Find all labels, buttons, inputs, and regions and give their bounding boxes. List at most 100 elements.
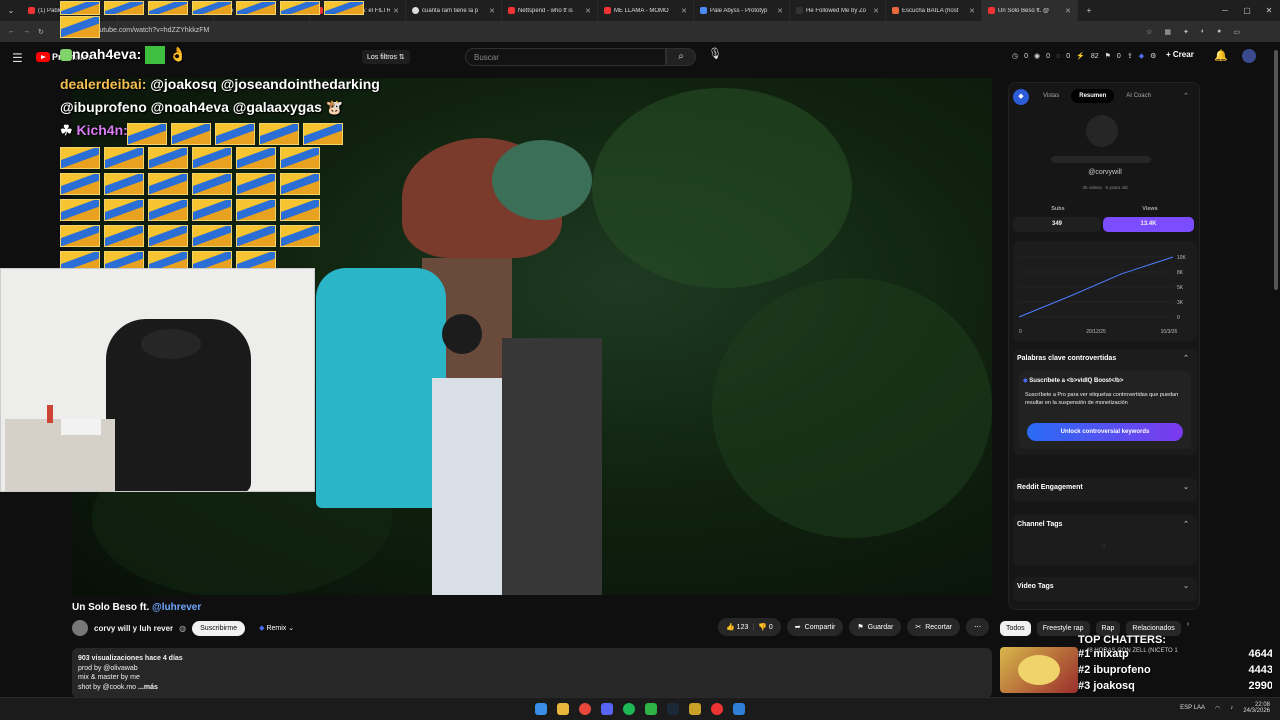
browser-tab[interactable]: cuanta ram tiene la p ✕ <box>406 0 502 21</box>
page-scrollbar[interactable] <box>1272 42 1280 697</box>
figure-cyan-shirt <box>316 268 446 508</box>
emote-icon <box>192 199 232 221</box>
file-explorer-icon[interactable] <box>557 703 569 715</box>
close-tab-icon[interactable]: ✕ <box>681 7 687 15</box>
show-more-link[interactable]: ...más <box>138 684 158 691</box>
vidiq-icon[interactable]: ◆ <box>1139 52 1144 60</box>
volume-icon[interactable]: ♪ <box>1230 705 1233 711</box>
related-video-thumbnail[interactable] <box>1000 647 1078 693</box>
spotify-icon[interactable] <box>623 703 635 715</box>
thumbs-up-icon: 👍 <box>726 624 735 631</box>
search-input[interactable]: Buscar <box>465 48 666 66</box>
menu-icon[interactable]: ☰ <box>12 51 23 65</box>
start-icon[interactable] <box>535 703 547 715</box>
browser-tab-active[interactable]: Un Solo Beso ft. @ ✕ <box>982 0 1078 21</box>
notifications-bell-icon[interactable]: 🔔 <box>1214 49 1228 62</box>
close-window-icon[interactable]: ✕ <box>1258 6 1280 15</box>
browser-tab[interactable]: Pale Abyss - Prototyp ✕ <box>694 0 790 21</box>
close-tab-icon[interactable]: ✕ <box>777 7 783 15</box>
chevron-up-icon[interactable]: ⌃ <box>1183 354 1189 362</box>
reload-icon[interactable]: ↻ <box>38 28 44 36</box>
browser-tab[interactable]: He Followed Me by Zo ✕ <box>790 0 886 21</box>
obs-icon[interactable] <box>711 703 723 715</box>
browser-tab[interactable]: Escucha BAILA (host ✕ <box>886 0 982 21</box>
dislike-button[interactable]: 👎 0 <box>758 623 773 631</box>
close-tab-icon[interactable]: ✕ <box>969 7 975 15</box>
clip-button[interactable]: ✂ Recortar <box>907 618 961 636</box>
close-tab-icon[interactable]: ✕ <box>585 7 591 15</box>
user-avatar[interactable] <box>1242 49 1256 63</box>
close-tab-icon[interactable]: ✕ <box>489 7 495 15</box>
like-button[interactable]: 👍 123 <box>726 623 748 631</box>
tab-resumen[interactable]: Resumen <box>1071 89 1115 103</box>
create-button[interactable]: + Crear <box>1166 50 1194 59</box>
back-icon[interactable]: ← <box>8 28 15 35</box>
section-header[interactable]: Palabras clave controvertidas <box>1017 355 1116 362</box>
tab-title: ME LLAMA - MOMO <box>614 7 669 14</box>
chatter-row: #3 joakosq 2990 <box>1078 678 1273 694</box>
share-button[interactable]: ➦ Compartir <box>786 618 844 636</box>
steam-icon[interactable] <box>667 703 679 715</box>
video-tags-section[interactable]: Video Tags ⌄ <box>1013 577 1197 601</box>
close-tab-icon[interactable]: ✕ <box>1065 7 1071 15</box>
app-icon[interactable] <box>645 703 657 715</box>
upload-icon[interactable]: ⇪ <box>1127 52 1133 60</box>
clock[interactable]: 22:08 24/3/2026 <box>1243 702 1270 714</box>
browser-tab[interactable]: ME LLAMA - MOMO ✕ <box>598 0 694 21</box>
section-header[interactable]: Channel Tags <box>1017 521 1062 528</box>
filters-button[interactable]: Los filtros ⇅ <box>362 50 410 64</box>
emote-icon <box>324 1 364 15</box>
emote-icon <box>280 147 320 169</box>
unlock-keywords-button[interactable]: Unlock controversial keywords <box>1027 423 1183 441</box>
save-button[interactable]: ⚑ Guardar <box>849 618 902 636</box>
tab-title: cuanta ram tiene la p <box>422 7 479 14</box>
app-icon[interactable] <box>689 703 701 715</box>
wifi-icon[interactable]: ◠ <box>1215 705 1220 712</box>
like-count: 123 <box>736 624 749 631</box>
scrollbar-thumb[interactable] <box>1274 50 1278 290</box>
extension-icon[interactable]: ✦ <box>1183 28 1189 36</box>
description-box[interactable]: 903 visualizaciones hace 4 días prod by … <box>72 648 992 698</box>
vidiq-logo-icon[interactable]: ◆ <box>1013 89 1029 105</box>
gear-icon[interactable]: ⚙ <box>1150 52 1156 60</box>
bookmark-star-icon[interactable]: ☆ <box>1146 28 1152 36</box>
chrome-icon[interactable] <box>579 703 591 715</box>
youtube-logo-icon[interactable] <box>36 52 50 62</box>
windows-taskbar: ESP LAA ◠ ♪ 22:08 24/3/2026 <box>0 697 1280 720</box>
url-field[interactable]: youtube.com/watch?v=hdZZYhkkzFM <box>92 27 209 34</box>
search-icon[interactable]: ⌕ <box>666 48 696 66</box>
discord-icon[interactable] <box>601 703 613 715</box>
maximize-icon[interactable]: ▢ <box>1236 6 1258 15</box>
subscribe-button[interactable]: Suscribirme <box>192 620 246 636</box>
tab-vistas[interactable]: Vistas <box>1035 89 1067 103</box>
extension-icon[interactable]: ◐ <box>1201 28 1205 36</box>
create-label: Crear <box>1172 50 1194 59</box>
microphone-icon[interactable]: 🎙 <box>704 47 726 67</box>
extension-icon[interactable]: ▭ <box>1233 28 1240 36</box>
close-tab-icon[interactable]: ✕ <box>873 7 879 15</box>
reddit-engagement-section[interactable]: Reddit Engagement ⌄ <box>1013 478 1197 502</box>
close-tab-icon[interactable]: ✕ <box>393 7 399 15</box>
mention-link[interactable]: @luhrever <box>152 602 201 613</box>
emote-icon <box>303 123 343 145</box>
channel-avatar[interactable] <box>72 620 88 636</box>
channel-name[interactable]: corvy will y luh rever <box>94 624 173 633</box>
subs-toggle[interactable]: 349 <box>1013 217 1101 232</box>
language-indicator[interactable]: ESP LAA <box>1180 705 1205 711</box>
app-icon[interactable] <box>733 703 745 715</box>
channel-row: corvy will y luh rever ◍ Suscribirme ◆ R… <box>72 620 302 636</box>
new-tab-icon[interactable]: + <box>1078 6 1100 15</box>
chip-todos[interactable]: Todos <box>1000 621 1031 636</box>
chevron-up-icon[interactable]: ⌃ <box>1183 520 1189 528</box>
extension-icon[interactable]: ● <box>1217 28 1221 36</box>
browser-tab[interactable]: Nettspend - who tf is ✕ <box>502 0 598 21</box>
minimize-icon[interactable]: ─ <box>1214 6 1236 15</box>
tab-search-icon[interactable]: ⌄ <box>0 6 22 15</box>
forward-icon[interactable]: → <box>23 28 30 35</box>
remix-button[interactable]: ◆ Remix ⌄ <box>251 620 302 636</box>
collapse-chevron-icon[interactable]: ⌃ <box>1183 92 1189 100</box>
extension-icon[interactable]: ▦ <box>1164 28 1171 36</box>
more-actions-button[interactable]: ⋯ <box>966 618 990 636</box>
views-toggle[interactable]: 13.4K <box>1103 217 1194 232</box>
tab-ai-coach[interactable]: AI Coach <box>1118 89 1159 103</box>
